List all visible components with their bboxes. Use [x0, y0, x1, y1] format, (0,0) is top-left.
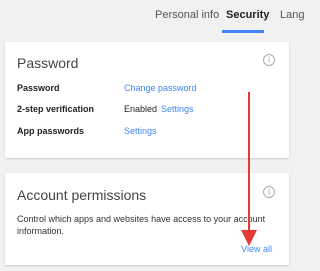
account-permissions-description: Control which apps and websites have acc… [17, 214, 266, 236]
two-step-settings-link[interactable]: Settings [161, 104, 194, 114]
password-label: Password [17, 83, 60, 93]
tab-language[interactable]: Lang [280, 9, 304, 21]
top-tabs: Personal info Security Lang [0, 0, 304, 33]
two-step-verification-label: 2-step verification [17, 104, 95, 114]
info-icon[interactable]: i [263, 54, 275, 66]
info-icon[interactable]: i [263, 186, 275, 198]
tab-personal-info[interactable]: Personal info [155, 9, 219, 21]
tab-security[interactable]: Security [226, 9, 269, 21]
app-passwords-label: App passwords [17, 126, 85, 136]
two-step-verification-status: Enabled [124, 104, 158, 114]
view-all-link[interactable]: View all [241, 244, 272, 254]
change-password-link[interactable]: Change password [124, 83, 197, 93]
account-permissions-card: Account permissions i Control which apps… [5, 173, 289, 265]
active-tab-indicator [222, 30, 264, 33]
password-card-title: Password [17, 55, 79, 71]
app-passwords-settings-link[interactable]: Settings [124, 126, 157, 136]
account-permissions-title: Account permissions [17, 187, 147, 203]
password-card: Password i Password Change password 2-st… [5, 42, 289, 158]
